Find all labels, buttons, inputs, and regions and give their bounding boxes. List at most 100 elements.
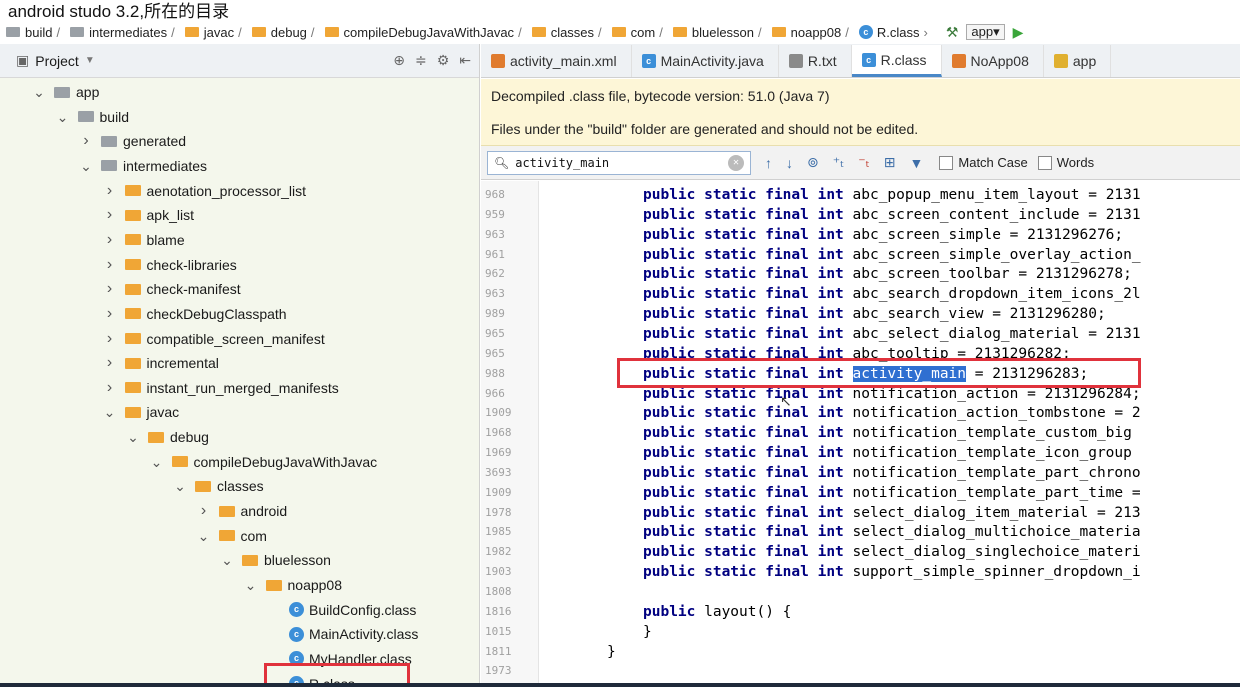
find-all-icon[interactable]: ⊚ [807,154,819,171]
line-number: 1909 [485,485,512,499]
chevron-right-icon[interactable]: › [103,231,117,249]
select-all-occurrences-icon[interactable]: ⊞ [884,154,896,171]
breadcrumb-item[interactable]: build / [6,25,66,40]
tree-node[interactable]: › check-libraries [103,253,237,277]
chevron-down-icon[interactable]: ⌄ [126,430,140,444]
tree-node[interactable]: › compatible_screen_manifest [103,327,325,351]
breadcrumb-item[interactable]: debug / [251,25,321,40]
tree-node[interactable]: › aenotation_processor_list [103,179,306,203]
tree-node[interactable]: ⌄ bluelesson [220,548,331,572]
next-occurrence-icon[interactable]: ↓ [786,155,793,171]
remove-selection-icon[interactable]: ⁻ₜ [858,154,870,171]
code-identifier: notification_template_part_time [852,484,1124,501]
breadcrumb-item[interactable]: compileDebugJavaWithJavac / [324,25,528,40]
gear-icon[interactable]: ⚙ [437,52,450,69]
chevron-down-icon[interactable]: ⌄ [103,405,117,419]
match-case-checkbox[interactable]: Match Case [939,155,1028,170]
chevron-right-icon[interactable]: › [103,206,117,224]
tree-node[interactable]: › apk_list [103,203,194,227]
tree-node[interactable]: ⌄ classes [173,474,264,498]
run-icon[interactable]: ▶ [1013,24,1024,41]
breadcrumb-item[interactable]: noapp08/ [771,25,855,40]
clear-search-icon[interactable]: ✕ [728,154,744,171]
editor-tab[interactable]: c R.class [851,45,942,77]
code-keywords: public static final int [643,524,853,541]
tree-node[interactable]: › blame [103,228,185,252]
tree-node-label: compileDebugJavaWithJavac [193,453,378,470]
chevron-right-icon[interactable]: › [103,182,117,200]
folder-icon [148,431,164,443]
hide-panel-icon[interactable]: ⇤ [459,52,471,69]
chevron-right-icon[interactable]: › [103,280,117,298]
tree-node[interactable]: › checkDebugClasspath [103,302,287,326]
tree-node[interactable]: › incremental [103,351,219,375]
breadcrumb-item[interactable]: classes / [531,25,608,40]
tree-node[interactable]: › generated [79,129,186,153]
tree-node[interactable]: ⌄ app [32,80,99,104]
add-selection-icon[interactable]: ⁺ₜ [833,154,845,171]
tree-node[interactable]: ⌄ intermediates [79,154,207,178]
chevron-down-icon[interactable]: ⌄ [244,578,258,592]
folder-icon [531,27,546,37]
tree-node[interactable]: ⌄ noapp08 [244,573,342,597]
match-case-box[interactable] [939,155,954,170]
code-identifier: abc_screen_content_include [852,206,1080,223]
code-editor[interactable]: 968 public static final int abc_popup_men… [481,181,1240,687]
breadcrumb-file[interactable]: c R.class › [858,25,934,40]
chevron-down-icon[interactable]: ⌄ [79,159,93,173]
editor-tab[interactable]: activity_main.xml [481,45,632,77]
line-number: 1985 [485,525,512,539]
chevron-right-icon[interactable]: › [103,354,117,372]
tree-node[interactable]: ⌄ javac [103,400,180,424]
code-text: public static final int abc_screen_simpl… [643,245,1141,265]
tree-node[interactable]: c MainActivity.class [267,622,418,646]
chevron-down-icon[interactable]: ⌄ [197,529,211,543]
previous-occurrence-icon[interactable]: ↑ [765,155,772,171]
editor-tab[interactable]: NoApp08 [942,45,1044,77]
tree-node[interactable]: ⌄ compileDebugJavaWithJavac [150,450,378,474]
tree-node[interactable]: › instant_run_merged_manifests [103,376,339,400]
chevron-right-icon[interactable]: › [197,502,211,520]
code-keywords: public static final int [643,206,853,223]
tree-node[interactable]: › check-manifest [103,277,241,301]
project-panel-title[interactable]: Project [35,53,79,69]
chevron-down-icon[interactable]: ⌄ [56,110,70,124]
words-box[interactable] [1037,155,1052,170]
tree-node[interactable]: › android [197,499,287,523]
chevron-down-icon[interactable]: ⌄ [150,455,164,469]
chevron-right-icon[interactable]: › [79,132,93,150]
breadcrumb-item[interactable]: bluelesson / [672,25,768,40]
editor-tab[interactable]: app [1044,45,1112,77]
filter-icon[interactable]: ▼ [910,155,924,171]
chevron-down-icon[interactable]: ⌄ [32,85,46,99]
breadcrumb-item[interactable]: intermediates / [70,25,181,40]
build-hammer-icon[interactable]: ⚒ [946,24,959,41]
breadcrumb-separator: / [238,24,242,40]
chevron-down-icon[interactable]: ⌄ [173,479,187,493]
tree-node[interactable]: ⌄ build [56,105,129,129]
breadcrumb-item[interactable]: javac / [184,24,248,40]
tree-node[interactable]: ⌄ com [197,524,267,548]
chevron-down-icon[interactable]: ⌄ [220,553,234,567]
editor-tab[interactable]: c MainActivity.java [632,45,779,77]
folder-icon [771,27,786,37]
run-config-select[interactable]: app ▾ [966,24,1005,40]
tree-node[interactable]: ⌄ debug [126,425,209,449]
chevron-right-icon[interactable]: › [103,305,117,323]
code-value: = [1123,484,1141,501]
tree-node[interactable]: c BuildConfig.class [267,598,416,622]
collapse-all-icon[interactable]: ≑ [415,52,427,69]
search-icon[interactable]: 🔍︎ [494,156,509,170]
editor-tab-label: NoApp08 [970,53,1029,69]
words-checkbox[interactable]: Words [1037,155,1094,170]
editor-tab-label: R.txt [807,53,837,69]
breadcrumb-item[interactable]: com / [611,25,669,40]
search-input[interactable] [515,155,728,170]
chevron-right-icon[interactable]: › [103,256,117,274]
chevron-right-icon[interactable]: › [103,330,117,348]
chevron-right-icon[interactable]: › [103,379,117,397]
editor-tab[interactable]: R.txt [779,45,852,77]
locate-icon[interactable]: ⊕ [393,52,405,69]
chevron-down-icon[interactable]: ▼ [85,55,95,66]
code-text: public static final int select_dialog_si… [643,542,1141,562]
